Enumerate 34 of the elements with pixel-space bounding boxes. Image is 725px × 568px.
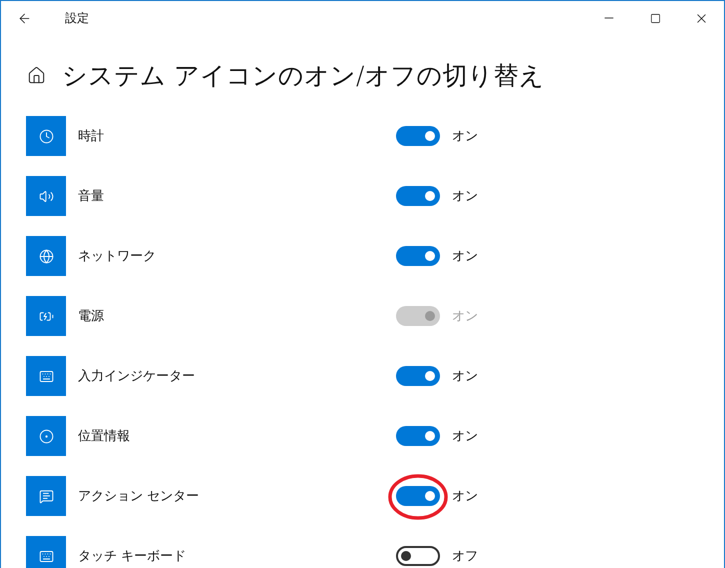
setting-label: 入力インジケーター [78,368,196,385]
message-icon [26,476,66,516]
toggle-switch[interactable] [396,546,440,566]
toggle-state-label: オン [452,308,478,325]
home-icon[interactable] [27,66,46,85]
globe-icon [26,236,66,276]
toggle-switch[interactable] [396,186,440,206]
setting-label: 電源 [78,308,105,325]
window-title: 設定 [65,10,90,26]
setting-label: ネットワーク [78,248,157,265]
toggle-switch[interactable] [396,366,440,386]
battery-icon [26,296,66,336]
page-heading: システム アイコンのオン/オフの切り替え [62,60,544,92]
toggle-state-label: オン [452,368,478,385]
toggle-state-label: オン [452,128,478,145]
setting-label: アクション センター [78,488,200,505]
toggle-state-label: オン [452,188,478,205]
toggle-switch[interactable] [396,126,440,146]
clock-icon [26,116,66,156]
toggle-switch[interactable] [396,246,440,266]
toggle-switch[interactable] [396,426,440,446]
toggle-state-label: オン [452,428,478,445]
toggle-switch[interactable] [396,486,440,506]
target-icon [26,416,66,456]
keyboard-icon [26,356,66,396]
setting-label: タッチ キーボード [78,548,188,565]
toggle-state-label: オン [452,248,478,265]
toggle-state-label: オン [452,488,478,505]
toggle-state-label: オフ [452,548,478,565]
speaker-icon [26,176,66,216]
setting-label: 音量 [78,188,105,205]
setting-label: 位置情報 [78,428,131,445]
maximize-icon[interactable] [650,12,660,24]
setting-label: 時計 [78,128,105,145]
